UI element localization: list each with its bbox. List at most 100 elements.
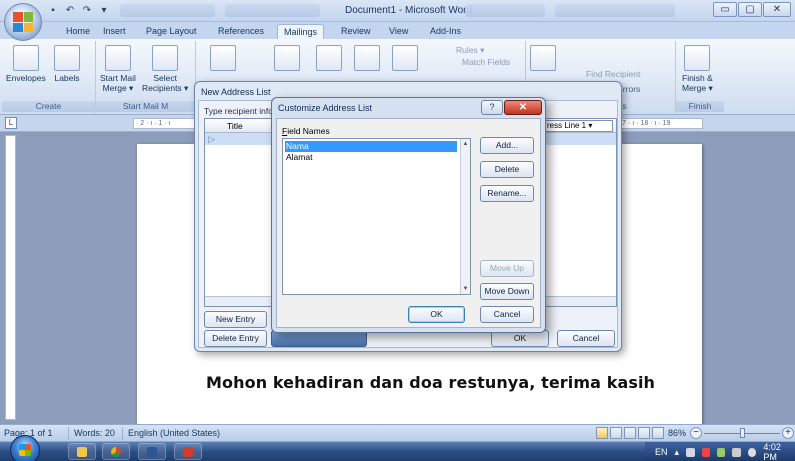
- chrome-taskbar-button[interactable]: [102, 443, 130, 460]
- highlight-fields-button[interactable]: [274, 45, 300, 73]
- tab-selector-icon[interactable]: L: [5, 117, 17, 129]
- office-button[interactable]: [4, 3, 42, 41]
- document-text[interactable]: Mohon kehadiran dan doa restunya, terima…: [206, 373, 655, 392]
- start-mail-merge-button[interactable]: Start Mail Merge ▾: [100, 45, 136, 93]
- insert-field-icon: [392, 45, 418, 71]
- tray-monitor-icon[interactable]: [732, 447, 741, 457]
- column-address-line[interactable]: ress Line 1 ▾: [543, 120, 613, 132]
- redo-icon[interactable]: ↷: [80, 3, 94, 17]
- start-mail-merge-label-2: Merge ▾: [102, 83, 134, 93]
- title-bar: ▪ ↶ ↷ ▾ Document1 - Microsoft Word ▭ ▢ ✕: [0, 0, 795, 22]
- cancel-button[interactable]: Cancel: [480, 306, 534, 323]
- ribbon-tabs: Home Insert Page Layout References Maili…: [0, 22, 795, 39]
- save-icon[interactable]: ▪: [46, 3, 60, 17]
- delete-button[interactable]: Delete: [480, 161, 534, 178]
- address-block-icon: [316, 45, 342, 71]
- labels-button[interactable]: Labels: [54, 45, 80, 83]
- tray-flag-icon[interactable]: [701, 447, 710, 457]
- list-item[interactable]: Nama: [285, 141, 457, 152]
- preview-results-button[interactable]: [530, 45, 556, 73]
- language-status[interactable]: English (United States): [128, 428, 220, 438]
- envelopes-button[interactable]: Envelopes: [6, 45, 46, 83]
- instructions-text: Type recipient infc: [204, 106, 273, 116]
- move-up-button[interactable]: Move Up: [480, 260, 534, 277]
- taskbar-blur-3: [465, 4, 545, 17]
- qat-dropdown-icon[interactable]: ▾: [97, 3, 111, 17]
- full-screen-reading-icon[interactable]: [610, 427, 622, 439]
- field-names-list[interactable]: Nama Alamat ▲ ▼: [282, 138, 471, 295]
- finish-merge-button[interactable]: Finish & Merge ▾: [682, 45, 713, 93]
- start-button[interactable]: [10, 435, 40, 461]
- window-controls: ▭ ▢ ✕: [713, 2, 791, 17]
- zoom-slider-thumb[interactable]: [740, 428, 745, 438]
- outline-icon[interactable]: [638, 427, 650, 439]
- zoom-out-icon[interactable]: −: [690, 427, 702, 439]
- group-start-mail-merge-label: Start Mail M: [96, 101, 195, 112]
- view-buttons: [596, 427, 664, 439]
- maximize-button[interactable]: ▢: [738, 2, 762, 17]
- explorer-taskbar-button[interactable]: [68, 443, 96, 460]
- tab-home[interactable]: Home: [60, 24, 96, 39]
- select-recipients-button[interactable]: Select Recipients ▾: [142, 45, 188, 93]
- tab-review[interactable]: Review: [335, 24, 377, 39]
- tab-insert[interactable]: Insert: [97, 24, 132, 39]
- tray-app-icon[interactable]: [686, 447, 695, 457]
- draft-icon[interactable]: [652, 427, 664, 439]
- tab-references[interactable]: References: [212, 24, 270, 39]
- vertical-scrollbar[interactable]: ▲ ▼: [460, 139, 470, 294]
- field-names-label: Field Names: [282, 126, 330, 136]
- volume-icon[interactable]: [747, 447, 757, 457]
- new-entry-button[interactable]: New Entry: [204, 311, 267, 328]
- scroll-down-icon[interactable]: ▼: [461, 286, 470, 292]
- insert-field-button[interactable]: [392, 45, 418, 73]
- close-button[interactable]: ✕: [504, 100, 542, 115]
- tab-page-layout[interactable]: Page Layout: [140, 24, 203, 39]
- row-marker-icon: ▷: [208, 134, 215, 144]
- clock[interactable]: 4:02 PM: [763, 442, 795, 461]
- tab-view[interactable]: View: [383, 24, 414, 39]
- undo-icon[interactable]: ↶: [63, 3, 77, 17]
- scroll-up-icon[interactable]: ▲: [461, 141, 470, 147]
- window-title: Document1 - Microsoft Word: [345, 5, 473, 16]
- ok-button[interactable]: OK: [408, 306, 465, 323]
- zoom-level[interactable]: 86%: [668, 428, 686, 438]
- group-finish-label: Finish: [676, 101, 724, 112]
- edit-list-icon: [210, 45, 236, 71]
- tab-add-ins[interactable]: Add-Ins: [424, 24, 467, 39]
- finish-merge-icon: [684, 45, 711, 71]
- help-button[interactable]: ?: [481, 100, 503, 115]
- minimize-button[interactable]: ▭: [713, 2, 737, 17]
- close-window-button[interactable]: ✕: [763, 2, 791, 17]
- taskbar-blur-2: [225, 4, 320, 17]
- zoom-in-icon[interactable]: +: [782, 427, 794, 439]
- dialog-body: Field Names Nama Alamat ▲ ▼ Add... Delet…: [276, 118, 541, 328]
- language-indicator[interactable]: EN: [655, 447, 668, 457]
- rules-button[interactable]: Rules ▾: [456, 45, 484, 56]
- column-title[interactable]: Title: [227, 121, 243, 131]
- select-recipients-label-2: Recipients ▾: [142, 83, 189, 93]
- greeting-line-icon: [354, 45, 380, 71]
- rename-button[interactable]: Rename...: [480, 185, 534, 202]
- status-bar: Page: 1 of 1 Words: 20 English (United S…: [0, 424, 795, 441]
- show-hidden-icons-icon[interactable]: ▴: [675, 447, 680, 458]
- list-item[interactable]: Alamat: [285, 152, 312, 163]
- greeting-line-button[interactable]: [354, 45, 380, 73]
- match-fields-button[interactable]: Match Fields: [462, 57, 510, 67]
- web-layout-icon[interactable]: [624, 427, 636, 439]
- start-mail-merge-label-1: Start Mail: [100, 73, 136, 83]
- cancel-button[interactable]: Cancel: [557, 330, 615, 347]
- add-button[interactable]: Add...: [480, 137, 534, 154]
- app-taskbar-button[interactable]: [174, 443, 202, 460]
- find-recipient-button[interactable]: Find Recipient: [586, 69, 640, 79]
- edit-list-button[interactable]: [210, 45, 236, 73]
- address-block-button[interactable]: [316, 45, 342, 73]
- envelopes-label: Envelopes: [6, 73, 46, 83]
- tray-network-icon[interactable]: [716, 447, 726, 457]
- print-layout-icon[interactable]: [596, 427, 608, 439]
- move-down-button[interactable]: Move Down: [480, 283, 534, 300]
- delete-entry-button[interactable]: Delete Entry: [204, 330, 267, 347]
- word-count[interactable]: Words: 20: [74, 428, 115, 438]
- labels-icon: [54, 45, 80, 71]
- word-taskbar-button[interactable]: [138, 443, 166, 460]
- tab-mailings[interactable]: Mailings: [277, 24, 325, 39]
